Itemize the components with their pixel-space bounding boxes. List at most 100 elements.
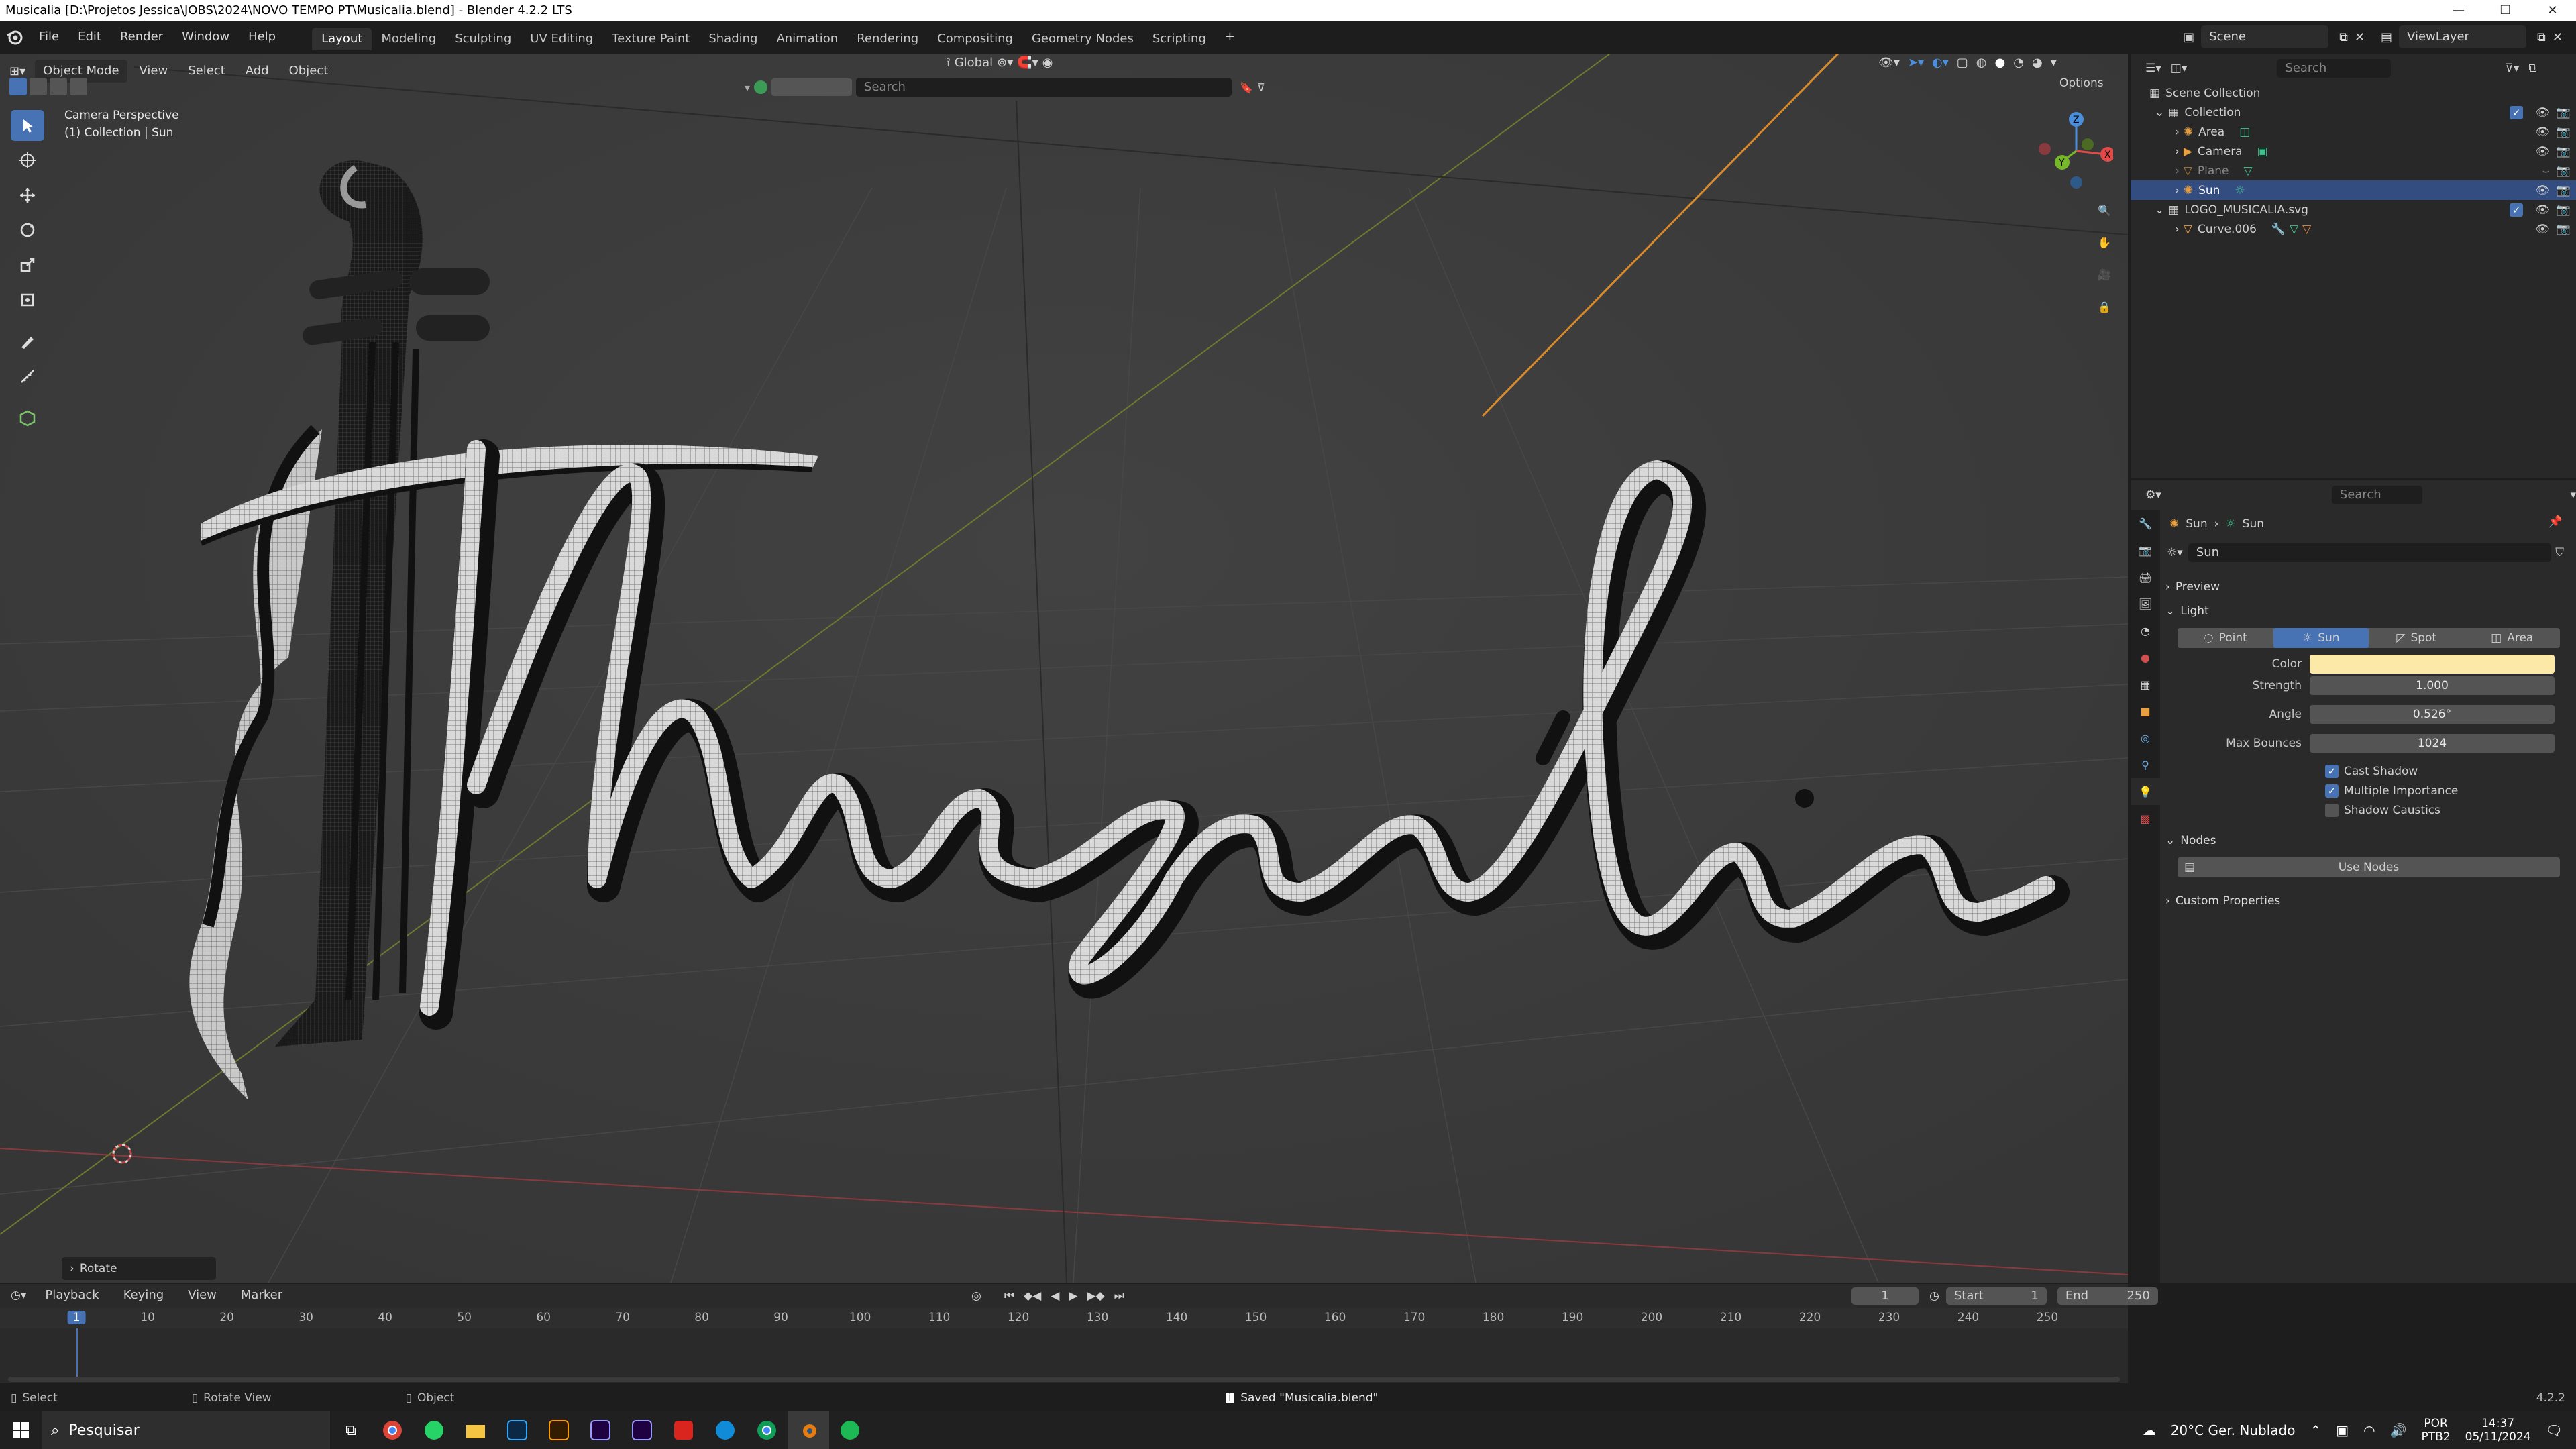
after-effects-icon[interactable] xyxy=(580,1411,621,1449)
use-nodes-button[interactable]: ▤ Use Nodes xyxy=(2178,857,2560,877)
gizmo-x[interactable]: X xyxy=(2104,150,2111,160)
remove-scene-icon[interactable]: ✕ xyxy=(2355,30,2365,44)
camera-render-icon[interactable]: 📷 xyxy=(2557,223,2571,236)
cast-shadow-row[interactable]: ✓ Cast Shadow xyxy=(2325,761,2576,782)
eye-icon[interactable]: 👁 xyxy=(2535,203,2550,217)
windows-start-icon[interactable] xyxy=(0,1411,42,1449)
viewport-menu-object[interactable]: Object xyxy=(281,60,337,83)
select-subtract-icon[interactable] xyxy=(50,78,67,95)
shadow-caustics-checkbox[interactable] xyxy=(2325,804,2339,817)
proportional-edit-icon[interactable]: ◉ xyxy=(1042,56,1053,70)
add-cube-tool-icon[interactable] xyxy=(11,402,44,433)
light-data-tab-icon[interactable]: 💡 xyxy=(2131,778,2160,805)
xray-icon[interactable]: ▢ xyxy=(1957,56,1968,70)
timeline-scrollbar[interactable] xyxy=(8,1377,2120,1382)
scene-icon[interactable]: ▣ xyxy=(2183,30,2194,44)
color-swatch[interactable] xyxy=(2310,655,2555,674)
pin-icon[interactable]: 📌 xyxy=(2548,515,2563,529)
physics-tab-icon[interactable]: ◎ xyxy=(2131,724,2160,751)
display-mode-icon[interactable] xyxy=(771,78,853,96)
timeline-menu-keying[interactable]: Keying xyxy=(115,1284,172,1307)
taskbar-search[interactable]: ⌕ Pesquisar xyxy=(42,1411,330,1449)
new-scene-icon[interactable]: ⧉ xyxy=(2339,30,2348,44)
panel-light[interactable]: ⌄ Light xyxy=(2165,600,2568,623)
rotate-tool-icon[interactable] xyxy=(11,215,44,246)
shading-solid-icon[interactable]: ● xyxy=(1995,56,2006,70)
pan-hand-icon[interactable]: ✋ xyxy=(2089,227,2120,258)
timeline-menu-marker[interactable]: Marker xyxy=(233,1284,290,1307)
light-type-sun[interactable]: ☼ Sun xyxy=(2273,628,2369,648)
transform-tool-icon[interactable] xyxy=(11,284,44,315)
light-type-spot[interactable]: ◸ Spot xyxy=(2369,628,2465,648)
spotify-icon[interactable] xyxy=(829,1411,871,1449)
select-tool-icon[interactable] xyxy=(11,110,44,141)
outliner-item-plane[interactable]: › ▽ Plane ▽ ⌣ 📷 xyxy=(2131,161,2576,180)
select-extend-icon[interactable] xyxy=(30,78,47,95)
timeline-menu-view[interactable]: View xyxy=(180,1284,225,1307)
filter-icon[interactable]: ▾ xyxy=(745,81,750,94)
wifi-icon[interactable]: ◠ xyxy=(2363,1422,2375,1438)
light-type-point[interactable]: ◌ Point xyxy=(2178,628,2273,648)
orientation-dropdown[interactable]: Global xyxy=(955,56,993,70)
texture-tab-icon[interactable]: ▩ xyxy=(2131,805,2160,832)
menu-window[interactable]: Window xyxy=(172,21,239,52)
camera-render-icon[interactable]: 📷 xyxy=(2557,125,2571,139)
menu-file[interactable]: File xyxy=(30,21,68,52)
select-new-icon[interactable] xyxy=(9,78,27,95)
acrobat-icon[interactable] xyxy=(663,1411,704,1449)
close-icon[interactable]: ✕ xyxy=(2529,0,2576,21)
tab-modeling[interactable]: Modeling xyxy=(372,28,445,50)
outliner-search[interactable]: Search xyxy=(2277,59,2392,78)
eye-icon[interactable]: 👁 xyxy=(2535,125,2550,139)
select-intersect-icon[interactable] xyxy=(70,78,87,95)
eye-hidden-icon[interactable]: ⌣ xyxy=(2542,164,2550,178)
timeline-ruler[interactable]: 1 10 20 30 40 50 60 70 80 90 100 110 120 130 140 150 160… xyxy=(0,1308,2128,1328)
properties-search[interactable]: Search xyxy=(2331,486,2423,504)
shadow-caustics-row[interactable]: Shadow Caustics xyxy=(2325,800,2576,821)
tab-rendering[interactable]: Rendering xyxy=(847,28,928,50)
display-mode-icon[interactable]: ◫▾ xyxy=(2171,62,2188,75)
zoom-icon[interactable]: 🔍 xyxy=(2089,195,2120,225)
tab-animation[interactable]: Animation xyxy=(767,28,847,50)
task-view-icon[interactable]: ⧉ xyxy=(330,1411,372,1449)
panel-custom-properties[interactable]: › Custom Properties xyxy=(2165,890,2568,912)
tab-sculpting[interactable]: Sculpting xyxy=(445,28,521,50)
gizmo-z[interactable]: Z xyxy=(2073,115,2080,125)
object-tab-icon[interactable]: ■ xyxy=(2131,698,2160,724)
outliner-item-area[interactable]: › ✺ Area ◫ 👁 📷 xyxy=(2131,122,2576,142)
gizmo-y[interactable]: Y xyxy=(2058,158,2065,168)
volume-icon[interactable]: 🔊 xyxy=(2390,1422,2407,1438)
play-icon[interactable]: ▶ xyxy=(1069,1289,1077,1303)
shading-options-icon[interactable]: ▾ xyxy=(2051,56,2057,70)
jump-start-icon[interactable]: ⏮ xyxy=(1004,1289,1014,1303)
cursor-tool-icon[interactable] xyxy=(11,145,44,176)
menu-render[interactable]: Render xyxy=(111,21,172,52)
cast-shadow-checkbox[interactable]: ✓ xyxy=(2325,765,2339,778)
material-sphere-icon[interactable] xyxy=(754,80,768,94)
tab-texture-paint[interactable]: Texture Paint xyxy=(602,28,699,50)
tray-apps-icon[interactable]: ▣ xyxy=(2336,1422,2349,1438)
pivot-icon[interactable]: ⊚▾ xyxy=(997,56,1013,70)
tab-shading[interactable]: Shading xyxy=(699,28,767,50)
photoshop-icon[interactable] xyxy=(496,1411,538,1449)
blender-logo-icon[interactable] xyxy=(0,28,30,46)
multiple-importance-row[interactable]: ✓ Multiple Importance xyxy=(2325,780,2576,802)
tool-tab-icon[interactable]: 🔧 xyxy=(2131,510,2160,537)
panel-preview[interactable]: › Preview xyxy=(2165,576,2568,598)
minimize-icon[interactable]: — xyxy=(2435,0,2482,21)
jump-keyframe-back-icon[interactable]: ◆◀ xyxy=(1024,1289,1041,1303)
eye-icon[interactable]: 👁 xyxy=(2535,184,2550,197)
shading-rendered-icon[interactable]: ◕ xyxy=(2032,56,2043,70)
tab-geometry-nodes[interactable]: Geometry Nodes xyxy=(1022,28,1143,50)
navigation-gizmo[interactable]: Z X Y xyxy=(2033,107,2113,195)
camera-render-icon[interactable]: 📷 xyxy=(2557,184,2571,197)
funnel-icon[interactable]: ⊽ xyxy=(1257,81,1265,94)
gizmo-toggle-icon[interactable]: ➤▾ xyxy=(1908,56,1924,70)
search-input[interactable]: Search xyxy=(856,78,1232,97)
move-tool-icon[interactable] xyxy=(11,180,44,211)
jump-keyframe-forward-icon[interactable]: ▶◆ xyxy=(1087,1289,1104,1303)
properties-editor-icon[interactable]: ⚙▾ xyxy=(2145,488,2161,502)
world-tab-icon[interactable]: ● xyxy=(2131,644,2160,671)
viewport-menu-add[interactable]: Add xyxy=(237,60,277,83)
edge-icon[interactable] xyxy=(704,1411,746,1449)
